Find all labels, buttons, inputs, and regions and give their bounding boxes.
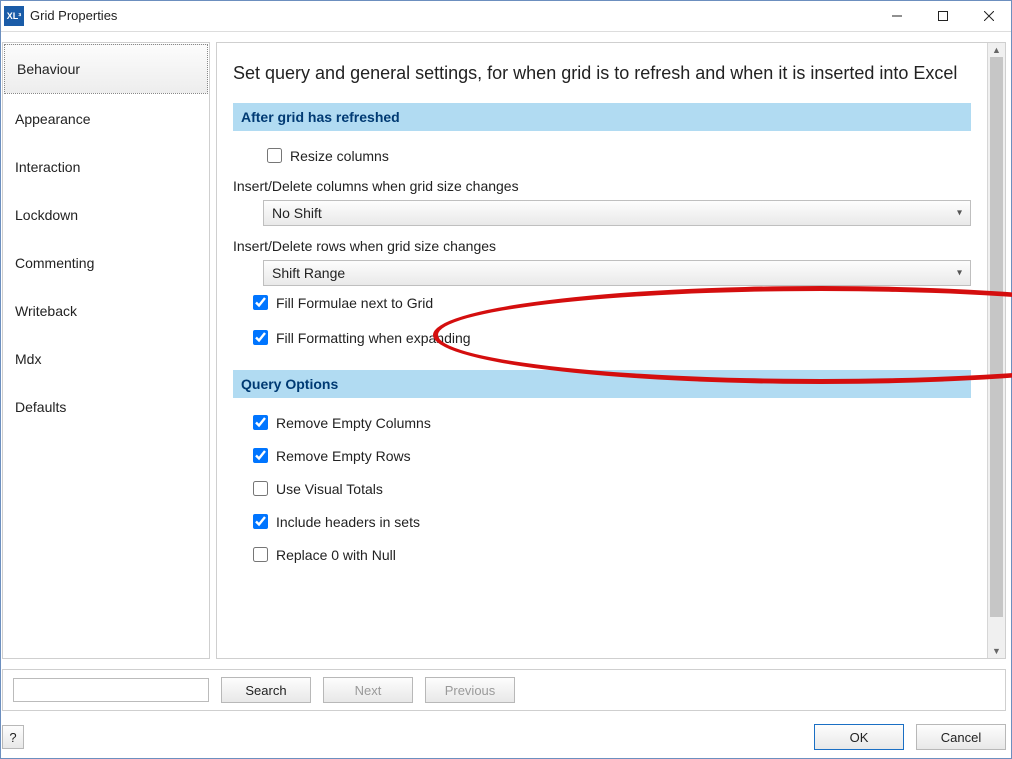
fill-formatting-label: Fill Formatting when expanding bbox=[276, 330, 471, 346]
scroll-thumb[interactable] bbox=[990, 57, 1003, 617]
resize-columns-input[interactable] bbox=[267, 148, 282, 163]
sidebar: Behaviour Appearance Interaction Lockdow… bbox=[2, 42, 210, 659]
label-insert-delete-rows: Insert/Delete rows when grid size change… bbox=[233, 238, 971, 254]
visual-totals-input[interactable] bbox=[253, 481, 268, 496]
checkbox-replace-zero[interactable]: Replace 0 with Null bbox=[249, 544, 971, 565]
checkbox-remove-empty-cols[interactable]: Remove Empty Columns bbox=[249, 412, 971, 433]
scroll-down-icon[interactable]: ▼ bbox=[988, 644, 1005, 658]
ok-button[interactable]: OK bbox=[814, 724, 904, 750]
sidebar-item-writeback[interactable]: Writeback bbox=[3, 287, 209, 335]
section-header-query: Query Options bbox=[233, 370, 971, 398]
include-headers-input[interactable] bbox=[253, 514, 268, 529]
checkbox-resize-columns[interactable]: Resize columns bbox=[263, 145, 971, 166]
fill-formulae-label: Fill Formulae next to Grid bbox=[276, 295, 433, 311]
resize-columns-label: Resize columns bbox=[290, 148, 389, 164]
checkbox-fill-formatting[interactable]: Fill Formatting when expanding bbox=[249, 327, 971, 348]
next-button[interactable]: Next bbox=[323, 677, 413, 703]
section-header-refresh: After grid has refreshed bbox=[233, 103, 971, 131]
vertical-scrollbar[interactable]: ▲ ▼ bbox=[987, 43, 1005, 658]
cancel-button[interactable]: Cancel bbox=[916, 724, 1006, 750]
remove-empty-cols-input[interactable] bbox=[253, 415, 268, 430]
fill-formatting-input[interactable] bbox=[253, 330, 268, 345]
chevron-down-icon: ▾ bbox=[957, 268, 962, 279]
page-description: Set query and general settings, for when… bbox=[233, 61, 965, 85]
sidebar-item-lockdown[interactable]: Lockdown bbox=[3, 191, 209, 239]
content-panel: Set query and general settings, for when… bbox=[216, 42, 1006, 659]
remove-empty-cols-label: Remove Empty Columns bbox=[276, 415, 431, 431]
select-rows-value: Shift Range bbox=[272, 265, 345, 281]
checkbox-remove-empty-rows[interactable]: Remove Empty Rows bbox=[249, 445, 971, 466]
select-cols-value: No Shift bbox=[272, 205, 322, 221]
fill-formulae-input[interactable] bbox=[253, 295, 268, 310]
search-row: Search Next Previous bbox=[2, 669, 1006, 711]
replace-zero-label: Replace 0 with Null bbox=[276, 547, 396, 563]
sidebar-item-commenting[interactable]: Commenting bbox=[3, 239, 209, 287]
maximize-button[interactable] bbox=[920, 0, 966, 32]
sidebar-item-behaviour[interactable]: Behaviour bbox=[4, 44, 208, 94]
help-button[interactable]: ? bbox=[2, 725, 24, 749]
checkbox-include-headers[interactable]: Include headers in sets bbox=[249, 511, 971, 532]
replace-zero-input[interactable] bbox=[253, 547, 268, 562]
remove-empty-rows-label: Remove Empty Rows bbox=[276, 448, 411, 464]
minimize-button[interactable] bbox=[874, 0, 920, 32]
search-button[interactable]: Search bbox=[221, 677, 311, 703]
titlebar: XL³ Grid Properties bbox=[0, 0, 1012, 32]
chevron-down-icon: ▾ bbox=[957, 208, 962, 219]
checkbox-visual-totals[interactable]: Use Visual Totals bbox=[249, 478, 971, 499]
sidebar-item-mdx[interactable]: Mdx bbox=[3, 335, 209, 383]
search-input[interactable] bbox=[13, 678, 209, 702]
select-rows-shift[interactable]: Shift Range ▾ bbox=[263, 260, 971, 286]
sidebar-item-appearance[interactable]: Appearance bbox=[3, 95, 209, 143]
scroll-up-icon[interactable]: ▲ bbox=[988, 43, 1005, 57]
remove-empty-rows-input[interactable] bbox=[253, 448, 268, 463]
close-button[interactable] bbox=[966, 0, 1012, 32]
visual-totals-label: Use Visual Totals bbox=[276, 481, 383, 497]
checkbox-fill-formulae[interactable]: Fill Formulae next to Grid bbox=[249, 292, 971, 313]
previous-button[interactable]: Previous bbox=[425, 677, 515, 703]
app-icon: XL³ bbox=[4, 6, 24, 26]
sidebar-item-defaults[interactable]: Defaults bbox=[3, 383, 209, 431]
sidebar-item-interaction[interactable]: Interaction bbox=[3, 143, 209, 191]
select-cols-shift[interactable]: No Shift ▾ bbox=[263, 200, 971, 226]
include-headers-label: Include headers in sets bbox=[276, 514, 420, 530]
label-insert-delete-cols: Insert/Delete columns when grid size cha… bbox=[233, 178, 971, 194]
window-title: Grid Properties bbox=[30, 8, 117, 23]
